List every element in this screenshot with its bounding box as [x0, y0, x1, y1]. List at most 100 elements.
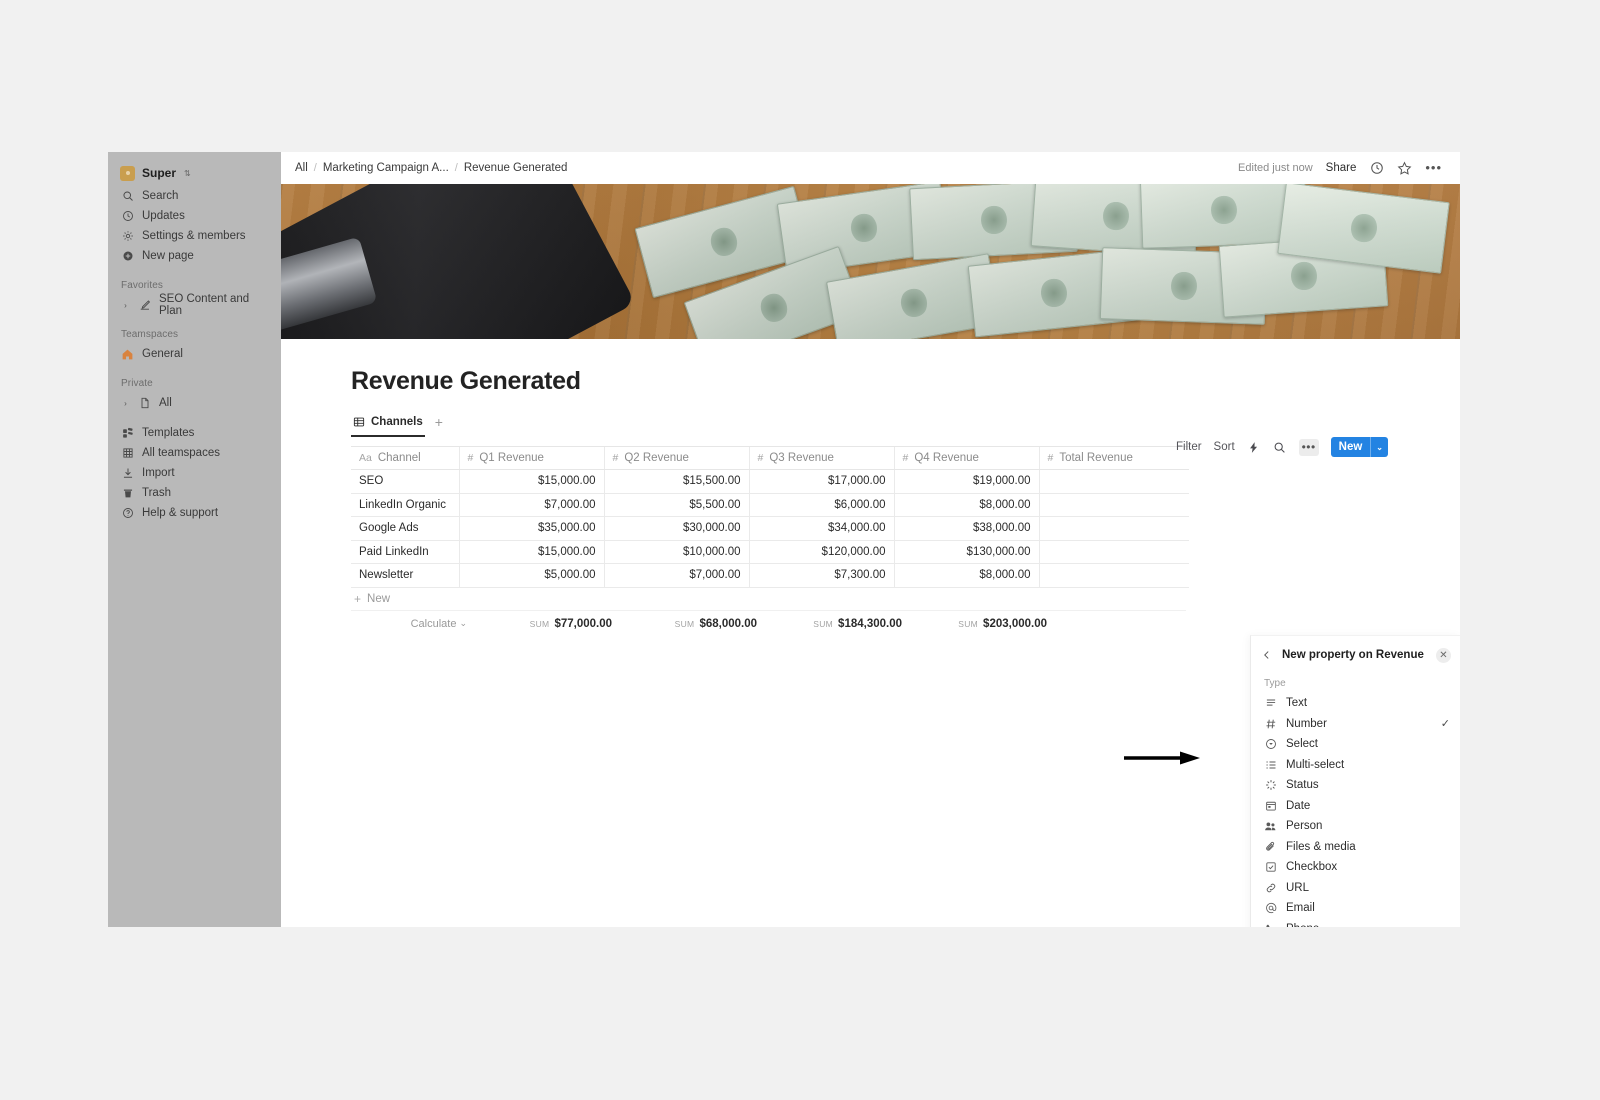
sidebar-item-import[interactable]: Import: [108, 463, 281, 483]
cell-q4[interactable]: $8,000.00: [893, 493, 1039, 517]
cell-channel[interactable]: Google Ads: [351, 516, 459, 541]
sum-cell-q4[interactable]: SUM $203,000.00: [910, 612, 1055, 636]
page-title[interactable]: Revenue Generated: [351, 367, 1460, 396]
cell-total[interactable]: [1038, 469, 1189, 494]
share-button[interactable]: Share: [1326, 162, 1357, 174]
table-row[interactable]: SEO $15,000.00 $15,500.00 $17,000.00 $19…: [351, 469, 1189, 494]
cell-q2[interactable]: $5,500.00: [603, 493, 749, 517]
cell-channel[interactable]: Paid LinkedIn: [351, 540, 459, 564]
cell-q3[interactable]: $7,300.00: [748, 563, 894, 588]
property-type-date[interactable]: Date: [1251, 796, 1460, 817]
cell-total[interactable]: [1038, 493, 1189, 517]
filter-button[interactable]: Filter: [1176, 441, 1202, 453]
cell-q1[interactable]: $5,000.00: [458, 563, 604, 588]
cell-q4[interactable]: $130,000.00: [893, 540, 1039, 564]
sidebar-item-trash[interactable]: Trash: [108, 483, 281, 503]
table-row[interactable]: Newsletter $5,000.00 $7,000.00 $7,300.00…: [351, 563, 1189, 588]
breadcrumb-item-revenue-generated[interactable]: Revenue Generated: [464, 162, 568, 174]
property-type-select[interactable]: Select: [1251, 734, 1460, 755]
breadcrumb-item-all[interactable]: All: [295, 162, 308, 174]
property-type-text[interactable]: Text: [1251, 693, 1460, 714]
cell-q4[interactable]: $19,000.00: [893, 469, 1039, 494]
sidebar-item-updates[interactable]: Updates: [108, 206, 281, 226]
column-header-q4-revenue[interactable]: # Q4 Revenue: [893, 446, 1039, 470]
cell-q3[interactable]: $34,000.00: [748, 516, 894, 541]
sidebar-label-general: General: [142, 348, 183, 360]
cell-q3[interactable]: $17,000.00: [748, 469, 894, 494]
sort-button[interactable]: Sort: [1214, 441, 1235, 453]
column-header-q1-revenue[interactable]: # Q1 Revenue: [458, 446, 604, 470]
cell-q4[interactable]: $38,000.00: [893, 516, 1039, 541]
chevron-down-icon[interactable]: ⌄: [1371, 437, 1388, 457]
sidebar-item-seo-content-and-plan[interactable]: › SEO Content and Plan: [108, 293, 281, 317]
sidebar-item-all-teamspaces[interactable]: All teamspaces: [108, 443, 281, 463]
sum-cell-q3[interactable]: SUM $184,300.00: [765, 612, 910, 636]
calculate-dropdown[interactable]: Calculate ⌄: [351, 612, 475, 636]
tab-channels[interactable]: Channels: [351, 413, 425, 437]
sidebar-item-new-page[interactable]: New page: [108, 246, 281, 266]
more-horizontal-icon[interactable]: •••: [1298, 438, 1319, 456]
table-row[interactable]: LinkedIn Organic $7,000.00 $5,500.00 $6,…: [351, 493, 1189, 517]
more-horizontal-icon[interactable]: •••: [1425, 161, 1442, 174]
property-type-multi-select[interactable]: Multi-select: [1251, 755, 1460, 776]
sum-cell-q1[interactable]: SUM $77,000.00: [475, 612, 620, 636]
gear-icon: [121, 230, 134, 243]
sidebar-item-general[interactable]: General: [108, 344, 281, 364]
cell-q2[interactable]: $30,000.00: [603, 516, 749, 541]
search-icon[interactable]: [1273, 440, 1287, 454]
cell-q2[interactable]: $7,000.00: [603, 563, 749, 588]
clock-icon[interactable]: [1369, 161, 1384, 176]
chevron-right-icon[interactable]: ›: [121, 301, 130, 310]
breadcrumb-item-campaign[interactable]: Marketing Campaign A...: [323, 162, 449, 174]
property-type-url[interactable]: URL: [1251, 878, 1460, 899]
sidebar-item-settings[interactable]: Settings & members: [108, 226, 281, 246]
page-cover-image[interactable]: [281, 184, 1460, 339]
lightning-icon[interactable]: [1247, 440, 1261, 454]
property-type-files-media[interactable]: Files & media: [1251, 837, 1460, 858]
column-header-q2-revenue[interactable]: # Q2 Revenue: [603, 446, 749, 470]
cell-channel[interactable]: LinkedIn Organic: [351, 493, 459, 517]
property-type-number[interactable]: Number ✓: [1251, 714, 1460, 735]
sidebar-item-templates[interactable]: Templates: [108, 423, 281, 443]
sidebar-item-search[interactable]: Search: [108, 186, 281, 206]
property-type-person[interactable]: Person: [1251, 816, 1460, 837]
cell-q2[interactable]: $15,500.00: [603, 469, 749, 494]
chevron-right-icon[interactable]: ›: [121, 399, 130, 408]
sidebar-item-all[interactable]: › All: [108, 393, 281, 413]
sidebar-item-help-support[interactable]: Help & support: [108, 503, 281, 523]
cell-total[interactable]: [1038, 516, 1189, 541]
cell-q1[interactable]: $7,000.00: [458, 493, 604, 517]
plus-icon: +: [354, 591, 362, 606]
property-type-phone[interactable]: Phone: [1251, 919, 1460, 927]
add-new-row-button[interactable]: + New: [351, 588, 1186, 611]
cell-channel[interactable]: Newsletter: [351, 563, 459, 588]
table-row[interactable]: Paid LinkedIn $15,000.00 $10,000.00 $120…: [351, 540, 1189, 564]
cell-channel[interactable]: SEO: [351, 469, 459, 494]
workspace-switcher[interactable]: Super ⇅: [108, 160, 281, 186]
cell-q1[interactable]: $15,000.00: [458, 540, 604, 564]
cell-q4[interactable]: $8,000.00: [893, 563, 1039, 588]
cell-q1[interactable]: $35,000.00: [458, 516, 604, 541]
column-header-total-revenue[interactable]: # Total Revenue: [1038, 446, 1189, 470]
cell-q3[interactable]: $120,000.00: [748, 540, 894, 564]
new-record-button[interactable]: New ⌄: [1330, 437, 1388, 457]
column-header-q3-revenue[interactable]: # Q3 Revenue: [748, 446, 894, 470]
calculate-label: Calculate: [410, 617, 457, 630]
breadcrumb-separator: /: [313, 162, 317, 174]
add-view-button[interactable]: +: [435, 414, 443, 436]
sum-cell-q2[interactable]: SUM $68,000.00: [620, 612, 765, 636]
cell-q2[interactable]: $10,000.00: [603, 540, 749, 564]
star-icon[interactable]: [1397, 160, 1412, 176]
cell-q3[interactable]: $6,000.00: [748, 493, 894, 517]
close-icon[interactable]: ✕: [1436, 647, 1451, 663]
cell-q1[interactable]: $15,000.00: [458, 469, 604, 494]
column-header-channel[interactable]: Aa Channel: [351, 446, 459, 470]
cell-total[interactable]: [1038, 563, 1189, 588]
column-label-q3: Q3 Revenue: [769, 452, 834, 464]
property-type-checkbox[interactable]: Checkbox: [1251, 857, 1460, 878]
cell-total[interactable]: [1038, 540, 1189, 564]
table-row[interactable]: Google Ads $35,000.00 $30,000.00 $34,000…: [351, 516, 1189, 541]
arrow-left-icon[interactable]: [1261, 649, 1273, 661]
property-type-status[interactable]: Status: [1251, 775, 1460, 796]
property-type-email[interactable]: Email: [1251, 898, 1460, 919]
